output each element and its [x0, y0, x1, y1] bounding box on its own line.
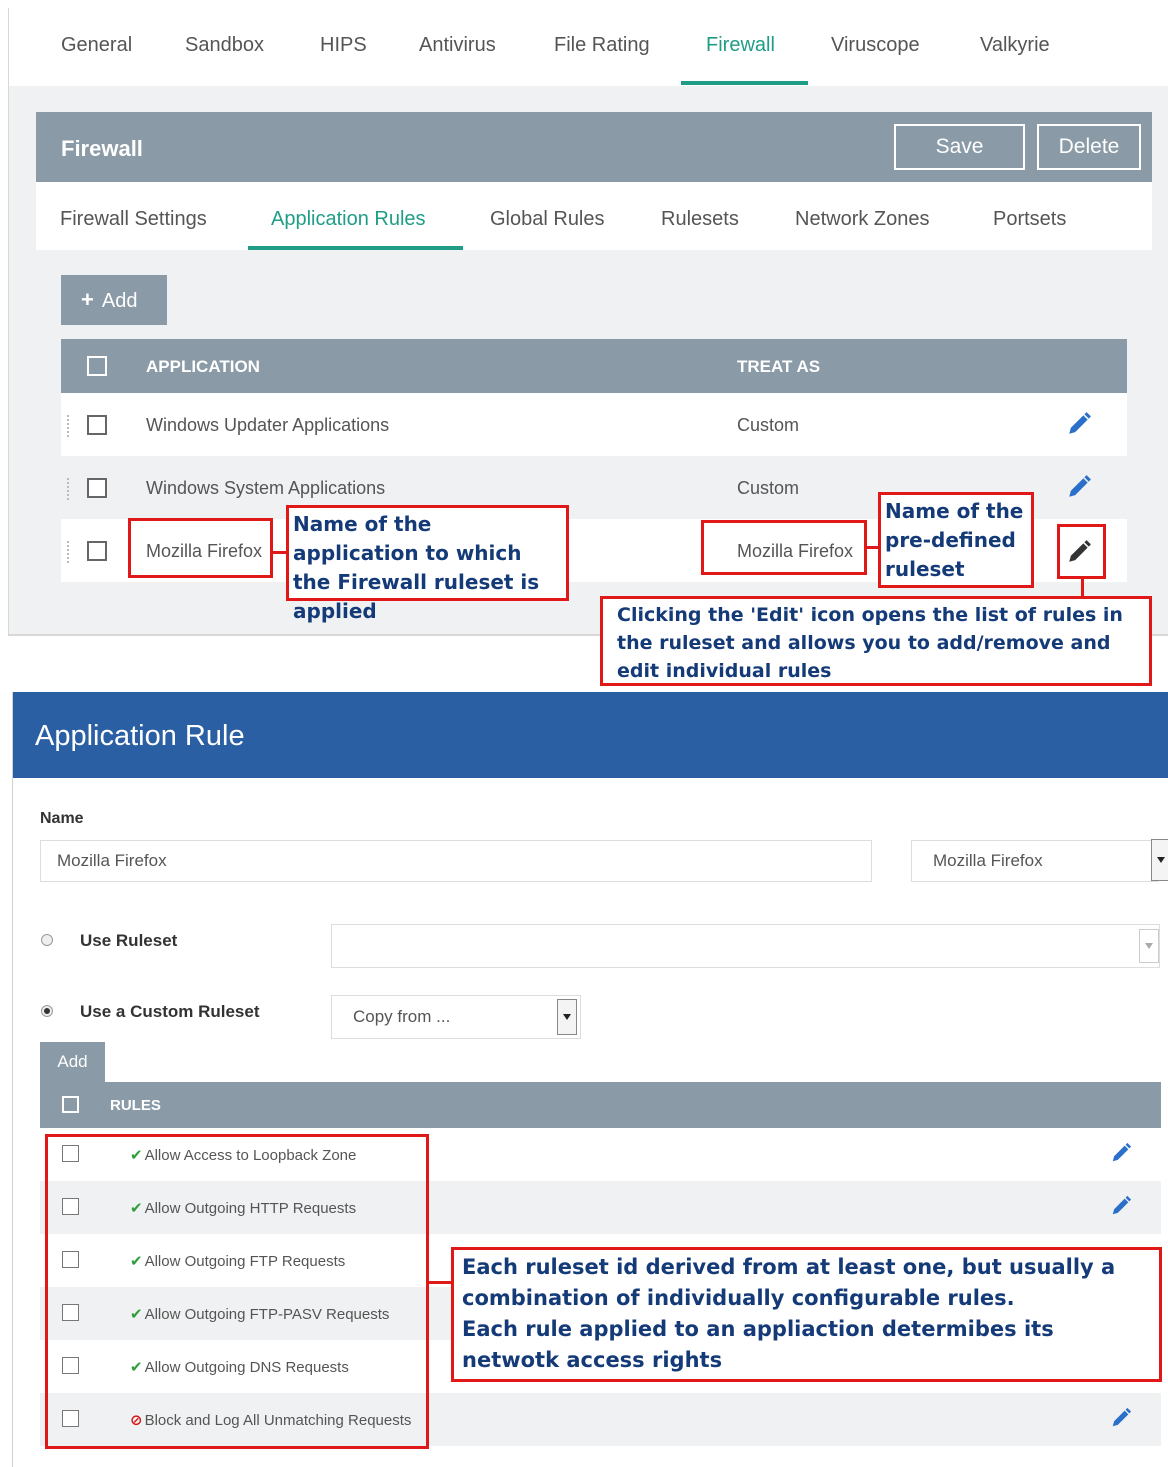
tab-application-rules[interactable]: Application Rules — [271, 208, 426, 231]
row-checkbox[interactable] — [87, 541, 107, 561]
callout-edit-icon: Clicking the 'Edit' icon opens the list … — [600, 596, 1152, 686]
main-tab-bar: General Sandbox HIPS Antivirus File Rati… — [9, 8, 1168, 86]
dropdown-arrow-icon[interactable] — [1139, 929, 1159, 963]
use-ruleset-dropdown[interactable] — [331, 924, 1160, 968]
treat-as-value: Custom — [737, 415, 800, 435]
section-title: Firewall — [61, 136, 143, 161]
copy-from-dropdown[interactable]: Copy from ... — [331, 995, 581, 1039]
rules-table-header: RULES — [40, 1082, 1161, 1128]
tab-sandbox[interactable]: Sandbox — [185, 34, 264, 57]
highlight-ruleset-name — [701, 520, 867, 575]
name-input[interactable]: Mozilla Firefox — [40, 840, 872, 882]
tab-rulesets[interactable]: Rulesets — [661, 208, 739, 231]
table-row[interactable]: Windows Updater Applications Custom — [61, 393, 1127, 456]
edit-pencil-icon[interactable] — [1110, 1407, 1132, 1429]
plus-icon: + — [81, 287, 94, 312]
treat-as-value: Custom — [737, 478, 800, 498]
connector-line — [429, 1281, 452, 1284]
connector-line — [273, 551, 287, 554]
callout-line-1: Each ruleset id derived from at least on… — [462, 1255, 1116, 1310]
dropdown-arrow-icon[interactable] — [1151, 839, 1168, 881]
column-treat-as: TREAT AS — [737, 357, 821, 376]
connector-line — [1081, 579, 1084, 597]
drag-handle-icon[interactable] — [67, 541, 71, 563]
tab-global-rules[interactable]: Global Rules — [490, 208, 605, 231]
select-all-checkbox[interactable] — [87, 356, 107, 376]
use-custom-ruleset-radio[interactable] — [41, 1005, 53, 1017]
ruleset-dropdown-value: Mozilla Firefox — [933, 851, 1043, 870]
tab-portsets[interactable]: Portsets — [993, 208, 1066, 231]
use-ruleset-label: Use Ruleset — [80, 931, 178, 950]
add-rule-button[interactable]: Add — [40, 1042, 105, 1082]
application-name: Windows Updater Applications — [146, 415, 390, 435]
row-checkbox[interactable] — [87, 415, 107, 435]
table-header: APPLICATION TREAT AS — [61, 339, 1127, 393]
callout-rules-explanation: Each ruleset id derived from at least on… — [451, 1247, 1162, 1382]
dialog-header: Application Rule — [13, 692, 1168, 778]
tab-firewall-settings[interactable]: Firewall Settings — [60, 208, 207, 231]
column-application: APPLICATION — [146, 357, 260, 376]
copy-from-value: Copy from ... — [353, 1007, 451, 1026]
edit-pencil-icon[interactable] — [1110, 1195, 1132, 1217]
column-rules: RULES — [110, 1097, 161, 1114]
select-all-rules-checkbox[interactable] — [62, 1096, 79, 1113]
drag-handle-icon[interactable] — [67, 478, 71, 500]
edit-pencil-icon[interactable] — [1066, 474, 1092, 500]
tab-general[interactable]: General — [61, 34, 132, 57]
highlight-rules-list — [45, 1134, 429, 1449]
callout-application-name: Name of the application to which the Fir… — [286, 505, 569, 623]
tab-hips[interactable]: HIPS — [320, 34, 367, 57]
highlight-edit-icon — [1057, 524, 1106, 579]
edit-pencil-icon[interactable] — [1110, 1142, 1132, 1164]
use-ruleset-radio[interactable] — [41, 934, 53, 946]
dropdown-arrow-icon[interactable] — [557, 999, 577, 1035]
callout-ruleset-name: Name of the pre-defined ruleset — [878, 492, 1034, 588]
delete-button[interactable]: Delete — [1037, 124, 1141, 170]
application-name: Windows System Applications — [146, 478, 386, 498]
tab-viruscope[interactable]: Viruscope — [831, 34, 920, 57]
active-tab-indicator — [681, 81, 808, 85]
firewall-header: Firewall Save Delete — [36, 112, 1152, 182]
active-sub-tab-indicator — [248, 246, 463, 250]
connector-line — [867, 546, 878, 549]
tab-file-rating[interactable]: File Rating — [554, 34, 650, 57]
tab-antivirus[interactable]: Antivirus — [419, 34, 496, 57]
save-button[interactable]: Save — [894, 124, 1025, 170]
drag-handle-icon[interactable] — [67, 415, 71, 437]
highlight-application-name — [128, 518, 273, 578]
tab-firewall[interactable]: Firewall — [706, 34, 775, 57]
edit-pencil-icon[interactable] — [1066, 411, 1092, 437]
callout-line-2: Each rule applied to an appliaction dete… — [462, 1317, 1054, 1372]
tab-network-zones[interactable]: Network Zones — [795, 208, 930, 231]
ruleset-dropdown[interactable]: Mozilla Firefox — [911, 839, 1168, 882]
tab-valkyrie[interactable]: Valkyrie — [980, 34, 1050, 57]
add-application-button[interactable]: + Add — [61, 275, 167, 325]
firewall-sub-tab-bar: Firewall Settings Application Rules Glob… — [36, 182, 1152, 250]
use-custom-ruleset-label: Use a Custom Ruleset — [80, 1002, 260, 1021]
name-label: Name — [40, 810, 84, 827]
dialog-title: Application Rule — [35, 720, 245, 752]
row-checkbox[interactable] — [87, 478, 107, 498]
add-label: Add — [101, 290, 138, 312]
